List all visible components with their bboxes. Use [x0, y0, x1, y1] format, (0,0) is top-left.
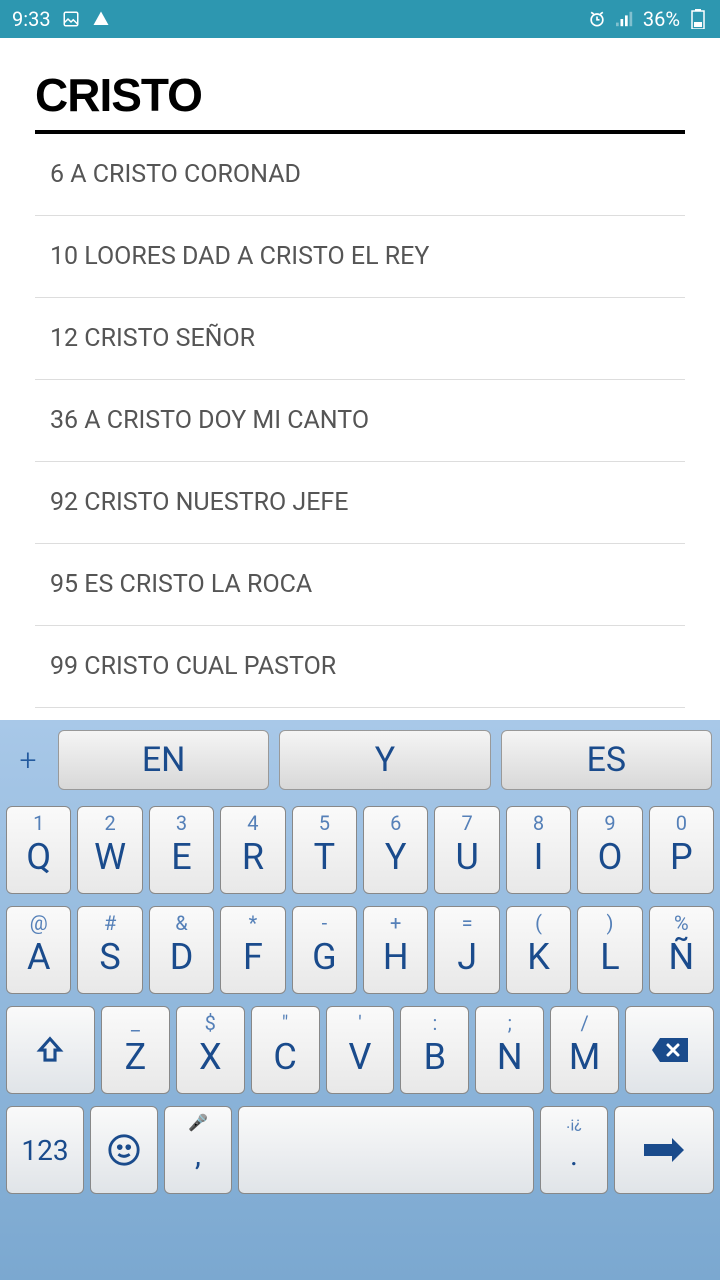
key-row-4: 123 🎤 , .¡¿ .: [0, 1100, 720, 1200]
key-h[interactable]: +H: [363, 906, 428, 994]
battery-percent: 36%: [643, 7, 680, 31]
key-row-1: 1Q 2W 3E 4R 5T 6Y 7U 8I 9O 0P: [0, 800, 720, 900]
key-e[interactable]: 3E: [149, 806, 214, 894]
expand-button[interactable]: +: [8, 730, 48, 790]
list-item[interactable]: 99 CRISTO CUAL PASTOR: [35, 626, 685, 708]
key-comma[interactable]: 🎤 ,: [164, 1106, 232, 1194]
list-item[interactable]: 92 CRISTO NUESTRO JEFE: [35, 462, 685, 544]
key-t[interactable]: 5T: [292, 806, 357, 894]
content-area: CRISTO 6 A CRISTO CORONAD 10 LOORES DAD …: [0, 38, 720, 720]
key-dot[interactable]: .¡¿ .: [540, 1106, 608, 1194]
status-time: 9:33: [12, 7, 51, 31]
keyboard: + EN Y ES 1Q 2W 3E 4R 5T 6Y 7U 8I 9O 0P …: [0, 720, 720, 1280]
battery-icon: [688, 9, 708, 29]
key-enter[interactable]: [614, 1106, 714, 1194]
image-icon: [61, 9, 81, 29]
hymn-list[interactable]: 6 A CRISTO CORONAD 10 LOORES DAD A CRIST…: [35, 134, 685, 708]
key-o[interactable]: 9O: [577, 806, 642, 894]
page-title: CRISTO: [35, 68, 685, 134]
key-x[interactable]: $X: [176, 1006, 245, 1094]
list-item[interactable]: 10 LOORES DAD A CRISTO EL REY: [35, 216, 685, 298]
key-r[interactable]: 4R: [220, 806, 285, 894]
key-n[interactable]: ;N: [475, 1006, 544, 1094]
key-m[interactable]: /M: [550, 1006, 619, 1094]
key-d[interactable]: &D: [149, 906, 214, 994]
key-shift[interactable]: [6, 1006, 95, 1094]
key-j[interactable]: =J: [434, 906, 499, 994]
list-item[interactable]: 95 ES CRISTO LA ROCA: [35, 544, 685, 626]
alarm-icon: [587, 9, 607, 29]
list-item[interactable]: 6 A CRISTO CORONAD: [35, 134, 685, 216]
status-right: 36%: [587, 7, 708, 31]
key-z[interactable]: _Z: [101, 1006, 170, 1094]
backspace-icon: [650, 1035, 690, 1065]
mic-icon: 🎤: [188, 1113, 208, 1132]
key-u[interactable]: 7U: [434, 806, 499, 894]
key-s[interactable]: #S: [77, 906, 142, 994]
key-q[interactable]: 1Q: [6, 806, 71, 894]
key-row-2: @A #S &D *F -G +H =J (K )L %Ñ: [0, 900, 720, 1000]
key-symbols[interactable]: 123: [6, 1106, 84, 1194]
key-emoji[interactable]: [90, 1106, 158, 1194]
key-l[interactable]: )L: [577, 906, 642, 994]
suggestion-2[interactable]: Y: [279, 730, 490, 790]
emoji-icon: [107, 1133, 141, 1167]
suggestion-3[interactable]: ES: [501, 730, 712, 790]
key-i[interactable]: 8I: [506, 806, 571, 894]
suggestion-row: + EN Y ES: [0, 720, 720, 800]
warning-icon: [91, 9, 111, 29]
key-c[interactable]: "C: [251, 1006, 320, 1094]
key-w[interactable]: 2W: [77, 806, 142, 894]
key-k[interactable]: (K: [506, 906, 571, 994]
key-ñ[interactable]: %Ñ: [649, 906, 714, 994]
suggestion-1[interactable]: EN: [58, 730, 269, 790]
shift-icon: [35, 1034, 65, 1066]
arrow-right-icon: [642, 1136, 686, 1164]
key-row-3: _Z $X "C 'V :B ;N /M: [0, 1000, 720, 1100]
signal-icon: [615, 9, 635, 29]
key-y[interactable]: 6Y: [363, 806, 428, 894]
status-bar: 9:33 36%: [0, 0, 720, 38]
status-left: 9:33: [12, 7, 111, 31]
key-p[interactable]: 0P: [649, 806, 714, 894]
key-f[interactable]: *F: [220, 906, 285, 994]
key-v[interactable]: 'V: [326, 1006, 395, 1094]
key-g[interactable]: -G: [292, 906, 357, 994]
key-backspace[interactable]: [625, 1006, 714, 1094]
key-space[interactable]: [238, 1106, 534, 1194]
list-item[interactable]: 36 A CRISTO DOY MI CANTO: [35, 380, 685, 462]
key-b[interactable]: :B: [400, 1006, 469, 1094]
key-a[interactable]: @A: [6, 906, 71, 994]
list-item[interactable]: 12 CRISTO SEÑOR: [35, 298, 685, 380]
